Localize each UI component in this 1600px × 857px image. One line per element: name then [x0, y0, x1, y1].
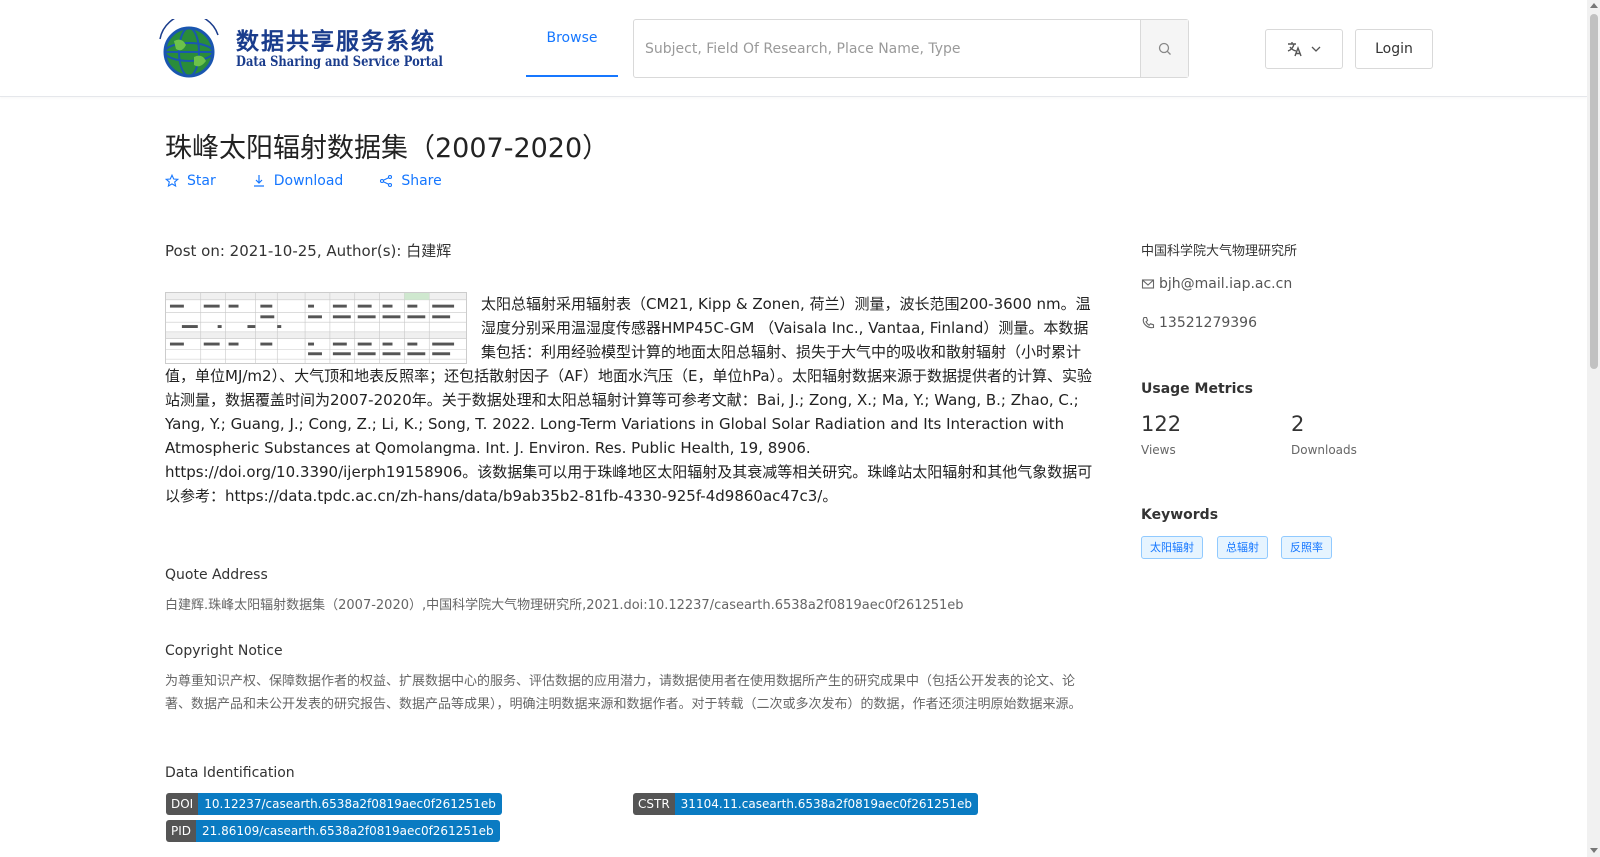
share-button[interactable]: Share — [379, 173, 442, 189]
download-button[interactable]: Download — [252, 173, 344, 189]
top-header: 数据共享服务系统 Data Sharing and Service Portal… — [0, 0, 1587, 97]
views-count: 122 — [1141, 412, 1182, 436]
search-button[interactable] — [1140, 20, 1188, 77]
search-input[interactable] — [634, 20, 1140, 77]
keyword-tag[interactable]: 总辐射 — [1217, 536, 1268, 559]
doi-badge[interactable]: DOI 10.12237/casearth.6538a2f0819aec0f26… — [166, 793, 502, 815]
views-label: Views — [1141, 443, 1176, 457]
page-scrollbar[interactable] — [1587, 0, 1600, 857]
nav-browse-tab[interactable]: Browse — [526, 0, 618, 77]
translate-icon — [1287, 42, 1302, 57]
star-button[interactable]: Star — [165, 173, 216, 189]
share-icon — [380, 174, 393, 188]
keywords-heading: Keywords — [1141, 507, 1219, 523]
scroll-down-arrow-icon[interactable] — [1590, 848, 1598, 853]
contact-email[interactable]: bjh@mail.iap.ac.cn — [1141, 276, 1292, 292]
doi-key: DOI — [166, 793, 199, 815]
quote-address-text: 白建辉.珠峰太阳辐射数据集（2007-2020）,中国科学院大气物理研究所,20… — [165, 598, 964, 613]
phone-text: 13521279396 — [1159, 315, 1257, 331]
chevron-down-icon — [1311, 46, 1321, 52]
downloads-count: 2 — [1291, 412, 1305, 436]
keyword-tag[interactable]: 反照率 — [1281, 536, 1332, 559]
quote-address-heading: Quote Address — [165, 567, 268, 583]
logo-title-en: Data Sharing and Service Portal — [236, 54, 443, 70]
post-info: Post on: 2021-10-25, Author(s): 白建辉 — [165, 240, 451, 261]
phone-icon — [1142, 316, 1155, 329]
data-identification-heading: Data Identification — [165, 765, 295, 781]
copyright-text: 为尊重知识产权、保障数据作者的权益、扩展数据中心的服务、评估数据的应用潜力，请数… — [165, 674, 1082, 712]
login-button[interactable]: Login — [1355, 29, 1433, 69]
copyright-heading: Copyright Notice — [165, 643, 283, 659]
cstr-key: CSTR — [633, 793, 675, 815]
page-title: 珠峰太阳辐射数据集（2007-2020） — [165, 133, 610, 164]
author-link[interactable]: 白建辉 — [406, 242, 451, 260]
cstr-badge[interactable]: CSTR 31104.11.casearth.6538a2f0819aec0f2… — [633, 793, 979, 815]
post-date: Post on: 2021-10-25, Author(s): — [165, 242, 407, 260]
contact-phone[interactable]: 13521279396 — [1141, 315, 1257, 331]
keyword-tag[interactable]: 太阳辐射 — [1141, 536, 1203, 559]
download-icon — [253, 175, 264, 187]
data-preview-thumbnail[interactable] — [165, 292, 467, 364]
email-text: bjh@mail.iap.ac.cn — [1159, 276, 1293, 292]
download-label: Download — [273, 173, 344, 189]
star-icon — [165, 174, 179, 188]
pid-key: PID — [166, 820, 197, 842]
portal-logo[interactable]: 数据共享服务系统 Data Sharing and Service Portal — [152, 18, 443, 80]
scroll-up-arrow-icon[interactable] — [1590, 3, 1598, 8]
organization-name: 中国科学院大气物理研究所 — [1141, 244, 1298, 259]
logo-title-cn: 数据共享服务系统 — [236, 29, 436, 55]
mail-icon — [1141, 279, 1155, 289]
pid-value: 21.86109/casearth.6538a2f0819aec0f261251… — [196, 820, 500, 842]
globe-logo-icon — [159, 19, 219, 78]
pid-badge[interactable]: PID 21.86109/casearth.6538a2f0819aec0f26… — [166, 820, 500, 842]
search-bar — [633, 19, 1189, 78]
search-icon — [1158, 42, 1171, 55]
scrollbar-thumb[interactable] — [1590, 14, 1598, 369]
star-label: Star — [187, 173, 216, 189]
downloads-label: Downloads — [1291, 443, 1357, 457]
doi-value: 10.12237/casearth.6538a2f0819aec0f261251… — [198, 793, 502, 815]
language-switcher[interactable] — [1265, 29, 1343, 69]
share-label: Share — [401, 173, 442, 189]
cstr-value: 31104.11.casearth.6538a2f0819aec0f261251… — [674, 793, 979, 815]
dataset-description: 太阳总辐射采用辐射表（CM21, Kipp & Zonen, 荷兰）测量，波长范… — [165, 292, 1097, 508]
usage-metrics-heading: Usage Metrics — [1141, 381, 1253, 397]
dataset-actions: Star Download Share — [165, 173, 478, 189]
